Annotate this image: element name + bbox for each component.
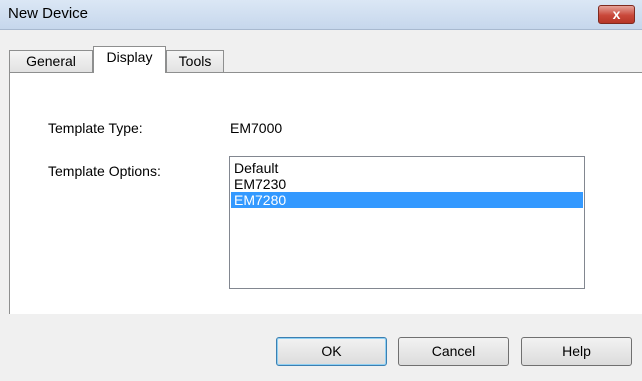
template-type-label: Template Type:: [48, 120, 143, 136]
tab-display[interactable]: Display: [93, 46, 166, 73]
ok-button[interactable]: OK: [276, 337, 387, 366]
list-item-em7230[interactable]: EM7230: [231, 176, 583, 192]
list-item-default[interactable]: Default: [231, 160, 583, 176]
title-bar: New Device x: [0, 0, 642, 30]
close-icon: x: [612, 6, 621, 22]
template-options-label: Template Options:: [48, 163, 161, 179]
close-button[interactable]: x: [598, 5, 635, 24]
window-title: New Device: [8, 5, 89, 22]
template-type-value: EM7000: [230, 120, 283, 136]
list-item-em7280[interactable]: EM7280: [231, 192, 583, 208]
tab-general[interactable]: General: [9, 50, 93, 72]
tab-strip: General Display Tools: [0, 45, 642, 73]
new-device-dialog: New Device x General Display Tools Templ…: [0, 0, 642, 381]
help-button[interactable]: Help: [521, 337, 632, 366]
display-tab-panel: Template Type: EM7000 Template Options: …: [9, 72, 642, 314]
tab-tools[interactable]: Tools: [166, 50, 224, 72]
template-options-listbox[interactable]: Default EM7230 EM7280: [229, 156, 585, 289]
cancel-button[interactable]: Cancel: [398, 337, 509, 366]
